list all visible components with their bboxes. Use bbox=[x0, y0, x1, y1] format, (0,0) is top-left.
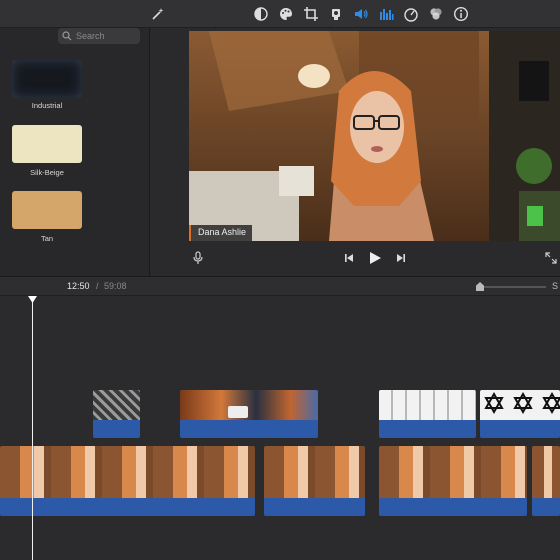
speed-icon[interactable] bbox=[402, 5, 420, 23]
video-frame-image bbox=[189, 31, 560, 241]
audio-waveform bbox=[0, 498, 255, 516]
lower-third-title: Dana Ashlie bbox=[189, 225, 253, 241]
cutaway-clip[interactable] bbox=[180, 390, 318, 438]
background-tile-tan[interactable] bbox=[12, 191, 82, 229]
skip-forward-icon[interactable] bbox=[393, 250, 409, 266]
search-icon bbox=[62, 31, 72, 41]
audio-waveform bbox=[379, 498, 527, 516]
volume-icon[interactable] bbox=[352, 5, 370, 23]
color-balance-icon[interactable] bbox=[252, 5, 270, 23]
backgrounds-browser: Industrial Silk-Beige Tan bbox=[0, 28, 150, 276]
cutaway-clip[interactable] bbox=[480, 390, 560, 438]
microphone-icon[interactable] bbox=[190, 250, 206, 266]
primary-clip[interactable] bbox=[379, 446, 527, 516]
info-icon[interactable] bbox=[452, 5, 470, 23]
adjustment-toolbar bbox=[0, 0, 560, 28]
timeline[interactable] bbox=[0, 296, 560, 560]
search-field[interactable] bbox=[58, 28, 140, 44]
current-timecode: 12:50 bbox=[67, 281, 90, 291]
background-tile-silk-beige[interactable] bbox=[12, 125, 82, 163]
equalizer-icon[interactable] bbox=[377, 5, 395, 23]
total-duration: 59:08 bbox=[104, 281, 127, 291]
imovie-window: Industrial Silk-Beige Tan bbox=[0, 0, 560, 560]
video-viewer: Dana Ashlie bbox=[150, 28, 560, 276]
audio-waveform bbox=[264, 498, 365, 516]
palette-icon[interactable] bbox=[277, 5, 295, 23]
timeline-header: 12:50 / 59:08 S bbox=[0, 276, 560, 296]
fullscreen-icon[interactable] bbox=[543, 250, 559, 266]
playhead-handle[interactable] bbox=[28, 296, 37, 303]
search-input[interactable] bbox=[76, 31, 136, 41]
crop-icon[interactable] bbox=[302, 5, 320, 23]
zoom-slider-knob[interactable] bbox=[476, 282, 484, 291]
background-label: Silk-Beige bbox=[30, 168, 64, 177]
skip-back-icon[interactable] bbox=[341, 250, 357, 266]
settings-label[interactable]: S bbox=[552, 281, 558, 291]
cutaway-clip[interactable] bbox=[379, 390, 476, 438]
background-tile-industrial[interactable] bbox=[12, 60, 82, 98]
star-of-david-icon bbox=[484, 391, 560, 415]
primary-clip[interactable] bbox=[0, 446, 255, 516]
primary-clip[interactable] bbox=[532, 446, 560, 516]
zoom-slider[interactable] bbox=[476, 282, 546, 291]
video-frame[interactable]: Dana Ashlie bbox=[189, 31, 560, 241]
camera-stabilize-icon[interactable] bbox=[327, 5, 345, 23]
playhead[interactable] bbox=[28, 296, 37, 560]
timecode-separator: / bbox=[96, 281, 99, 291]
turtle-speed-icon bbox=[228, 406, 248, 418]
play-icon[interactable] bbox=[366, 250, 384, 266]
magic-wand-icon[interactable] bbox=[149, 5, 167, 23]
cutaway-clip[interactable] bbox=[93, 390, 140, 438]
filter-icon[interactable] bbox=[427, 5, 445, 23]
primary-clip[interactable] bbox=[264, 446, 365, 516]
audio-waveform bbox=[532, 498, 560, 516]
background-label: Tan bbox=[40, 234, 54, 243]
background-label: Industrial bbox=[31, 101, 63, 110]
